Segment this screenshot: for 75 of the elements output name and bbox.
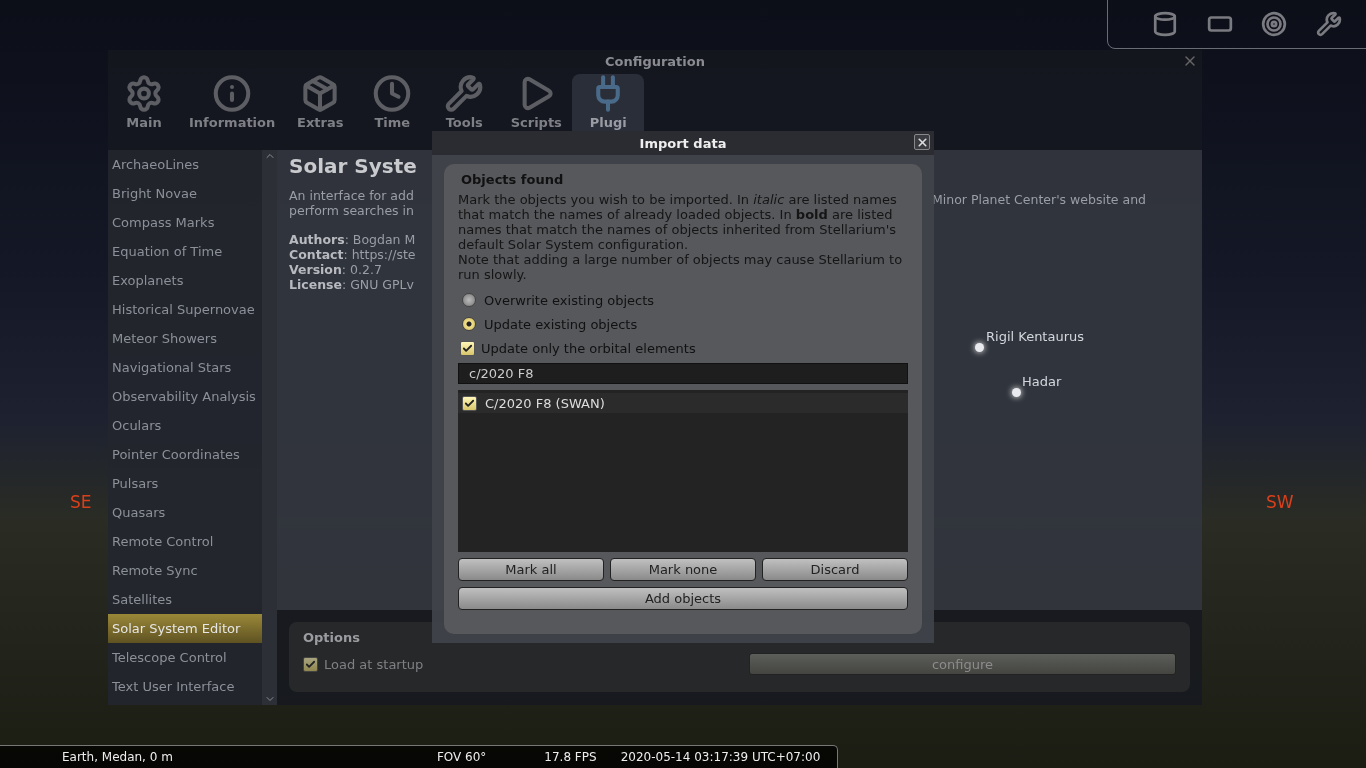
gear-icon xyxy=(124,74,164,113)
datetime-text: 2020-05-14 03:17:39 UTC+07:00 xyxy=(620,750,821,764)
plugin-list-item[interactable]: Navigational Stars xyxy=(108,353,263,382)
tab[interactable]: Information xyxy=(180,74,285,150)
plugin-list-item[interactable]: Observability Analysis xyxy=(108,382,263,411)
plugin-description: perform searches in xyxy=(289,203,415,218)
compass-direction: SE xyxy=(70,492,92,512)
fov-text: FOV 60° xyxy=(436,750,487,764)
plugin-detail: Version: 0.2.7 xyxy=(289,262,383,277)
plugin-list-item[interactable]: Solar System Editor xyxy=(108,614,263,643)
star-dot xyxy=(1012,388,1021,397)
wrench-icon[interactable] xyxy=(1315,11,1342,37)
plugin-list-item[interactable]: ArchaeoLines xyxy=(108,150,263,179)
tab[interactable]: Main xyxy=(108,74,180,150)
filter-field[interactable]: c/2020 F8 xyxy=(458,363,908,384)
info-icon xyxy=(212,74,253,113)
plugin-list-item[interactable]: Remote Control xyxy=(108,527,263,556)
instructions-text: Note that adding a large number of objects may cause Stellarium to run slowly. xyxy=(458,252,904,282)
instructions-text: Mark the objects you wish to be imported. In italic are listed names that match the names of already loaded objects. In bold are listed names that match the names of objects inherited from Stellarium's default Solar System configuration. xyxy=(458,192,898,252)
star-label: Rigil Kentaurus xyxy=(986,329,1085,344)
plugin-description: Minor Planet Center's website and xyxy=(932,192,1147,207)
plugin-list-item[interactable]: Text User Interface xyxy=(108,672,263,701)
check-icon xyxy=(464,397,475,409)
tab[interactable]: Extras xyxy=(284,74,357,150)
plugin-title: Solar Syste xyxy=(289,154,418,178)
radio-button[interactable] xyxy=(462,317,476,331)
checkbox[interactable] xyxy=(303,656,318,672)
plugin-list-item[interactable]: Bright Novae xyxy=(108,179,263,208)
clock-icon xyxy=(372,74,413,113)
plugin-list-item[interactable]: Historical Supernovae xyxy=(108,295,263,324)
dialog-button[interactable]: Mark none xyxy=(610,558,756,581)
plugin-list-item[interactable]: Remote Sync xyxy=(108,556,263,585)
plugin-list-item[interactable]: Pulsars xyxy=(108,469,263,498)
checkbox[interactable] xyxy=(462,395,477,411)
radio-button[interactable] xyxy=(462,293,476,307)
plugin-list-item[interactable]: Exoplanets xyxy=(108,266,263,295)
plugin-list-item[interactable]: Quasars xyxy=(108,498,263,527)
check-icon xyxy=(462,342,473,354)
dialog-button[interactable]: Discard xyxy=(762,558,908,581)
plugin-detail: License: GNU GPLv xyxy=(289,277,415,292)
wrench-icon xyxy=(444,74,485,113)
close-icon xyxy=(915,135,929,149)
compass-direction: SW xyxy=(1266,492,1294,512)
check-icon xyxy=(305,658,316,670)
plugin-list-item[interactable]: Satellites xyxy=(108,585,263,614)
plugin-list-item[interactable]: Pointer Coordinates xyxy=(108,440,263,469)
star-label: Hadar xyxy=(1022,374,1062,389)
target-icon[interactable] xyxy=(1261,11,1288,37)
star-dot xyxy=(975,343,984,352)
plugin-list-item[interactable]: Telescope Control xyxy=(108,643,263,672)
checkbox-label: Load at startup xyxy=(324,656,424,672)
plugin-list-item[interactable]: Compass Marks xyxy=(108,208,263,237)
tab[interactable]: Time xyxy=(356,74,429,150)
plugin-list-item[interactable]: Oculars xyxy=(108,411,263,440)
dialog-button[interactable]: Mark all xyxy=(458,558,604,581)
window-title: Configuration xyxy=(605,53,705,69)
plugin-list-item[interactable]: Equation of Time xyxy=(108,237,263,266)
plugin-list-item[interactable]: Meteor Showers xyxy=(108,324,263,353)
plugin-detail: Contact: https://ste xyxy=(289,247,417,262)
checkbox[interactable] xyxy=(460,340,475,356)
location-text: Earth, Medan, 0 m xyxy=(62,750,173,764)
options-title: Options xyxy=(303,630,361,645)
cylinder-icon[interactable] xyxy=(1152,11,1179,37)
tab[interactable]: Tools xyxy=(428,74,501,150)
checkbox-label: Update only the orbital elements xyxy=(481,340,696,356)
plugin-description: An interface for add xyxy=(289,188,415,203)
plugin-detail: Authors: Bogdan M xyxy=(289,232,417,247)
section-title: Objects found xyxy=(460,172,565,187)
radio-label: Overwrite existing objects xyxy=(484,292,655,308)
radio-label: Update existing objects xyxy=(484,316,638,332)
fps-text: 17.8 FPS xyxy=(544,750,597,764)
close-button[interactable] xyxy=(914,134,930,150)
object-name: C/2020 F8 (SWAN) xyxy=(485,395,605,411)
tab[interactable]: Scripts xyxy=(500,74,573,150)
add-objects-button[interactable]: Add objects xyxy=(458,587,908,610)
